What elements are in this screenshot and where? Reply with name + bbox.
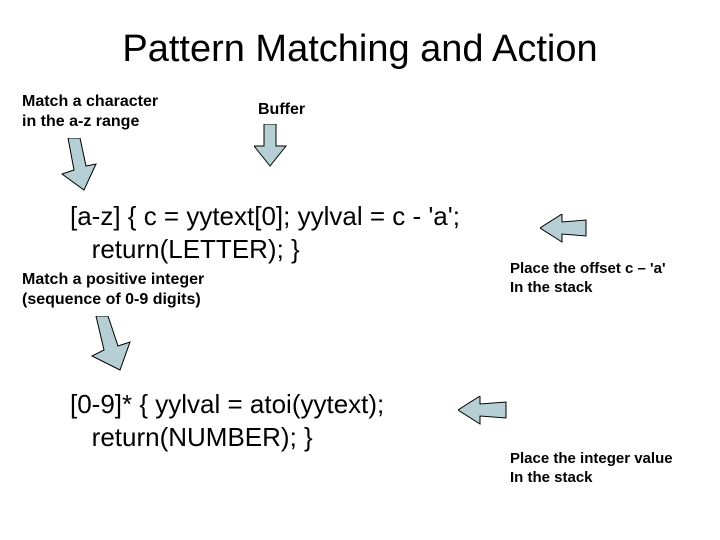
label-match-integer: Match a positive integer (sequence of 0-…: [22, 270, 204, 310]
code-rule2-line1: [0-9]* { yylval = atoi(yytext);: [70, 388, 384, 421]
caption-int-value: Place the integer value In the stack: [510, 450, 673, 488]
code-rule1-line1: [a-z] { c = yytext[0]; yylval = c - 'a';: [70, 200, 460, 233]
caption-offset: Place the offset c – 'a' In the stack: [510, 260, 666, 298]
arrow-down-right-icon: [60, 138, 104, 194]
arrow-down-icon: [254, 124, 288, 168]
code-rule2-line2: return(NUMBER); }: [70, 421, 313, 454]
slide-title: Pattern Matching and Action: [0, 28, 720, 71]
label-match-character: Match a character in the a-z range: [22, 92, 158, 132]
arrow-down-right-icon-2: [90, 316, 138, 374]
arrow-left-icon: [540, 214, 588, 244]
code-rule1-line2: return(LETTER); }: [70, 233, 300, 266]
arrow-left-icon-2: [458, 396, 508, 426]
label-buffer: Buffer: [258, 100, 305, 120]
